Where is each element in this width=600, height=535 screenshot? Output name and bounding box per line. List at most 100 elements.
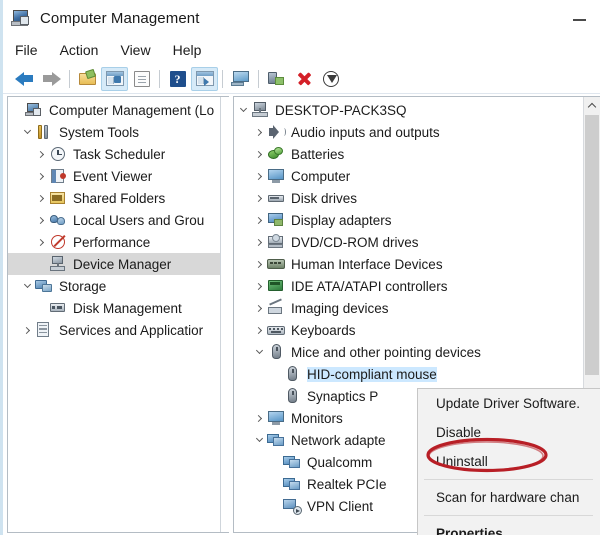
- chevron-right-icon[interactable]: [34, 143, 49, 165]
- hid-icon: [267, 256, 286, 273]
- monitor-icon: [267, 410, 286, 427]
- back-button[interactable]: [11, 67, 38, 91]
- chevron-right-icon[interactable]: [252, 407, 267, 429]
- console-tree-scrollbar[interactable]: [220, 97, 229, 532]
- scrollbar-thumb[interactable]: [585, 115, 599, 375]
- chevron-right-icon[interactable]: [252, 253, 267, 275]
- chevron-right-icon[interactable]: [252, 187, 267, 209]
- toolbar-separator: [222, 69, 223, 88]
- tree-row[interactable]: Storage: [8, 275, 220, 297]
- chevron-right-icon[interactable]: [252, 121, 267, 143]
- chevron-right-icon[interactable]: [34, 187, 49, 209]
- tree-row[interactable]: Task Scheduler: [8, 143, 220, 165]
- tree-row[interactable]: Shared Folders: [8, 187, 220, 209]
- menu-view[interactable]: View: [120, 40, 162, 60]
- show-hide-action-pane-button[interactable]: [191, 66, 218, 91]
- tree-row[interactable]: Mice and other pointing devices: [234, 341, 582, 363]
- chevron-right-icon[interactable]: [252, 143, 267, 165]
- tree-row-label: Imaging devices: [291, 300, 389, 316]
- tree-row[interactable]: HID-compliant mouse: [234, 363, 582, 385]
- chevron-down-icon[interactable]: [252, 429, 267, 451]
- help-button[interactable]: ?: [164, 67, 191, 91]
- tree-row[interactable]: Computer: [234, 165, 582, 187]
- tree-row[interactable]: Disk drives: [234, 187, 582, 209]
- scroll-up-button[interactable]: [584, 97, 600, 114]
- context-menu-item[interactable]: Scan for hardware chan: [418, 483, 600, 512]
- show-hide-console-tree-button[interactable]: [101, 66, 128, 91]
- device-context-menu: Update Driver Software. Disable Uninstall S…: [417, 388, 600, 535]
- back-icon: [15, 71, 34, 86]
- tree-row[interactable]: Device Manager: [8, 253, 220, 275]
- tree-row[interactable]: Keyboards: [234, 319, 582, 341]
- tree-row-label: VPN Client: [307, 498, 374, 514]
- tree-row-label: Mice and other pointing devices: [291, 344, 481, 360]
- tree-row[interactable]: Services and Applicatior: [8, 319, 220, 341]
- imaging-icon: [267, 297, 286, 317]
- chevron-right-icon[interactable]: [34, 231, 49, 253]
- chevron-right-icon[interactable]: [252, 165, 267, 187]
- toolbar-separator: [69, 69, 70, 88]
- computer-management-icon: [11, 8, 31, 28]
- tree-row[interactable]: Local Users and Grou: [8, 209, 220, 231]
- menu-action[interactable]: Action: [60, 40, 111, 60]
- tree-row[interactable]: Display adapters: [234, 209, 582, 231]
- computer-node-icon: [251, 101, 270, 119]
- chevron-right-icon[interactable]: [252, 209, 267, 231]
- disable-device-button[interactable]: [317, 67, 344, 91]
- tree-row[interactable]: Event Viewer: [8, 165, 220, 187]
- chevron-right-icon[interactable]: [252, 297, 267, 319]
- tree-row-label: Computer: [291, 168, 351, 184]
- tree-row[interactable]: System Tools: [8, 121, 220, 143]
- tree-row[interactable]: Batteries: [234, 143, 582, 165]
- tree-row-label: Realtek PCIe: [307, 476, 387, 492]
- tree-row[interactable]: Computer Management (Lo: [8, 99, 220, 121]
- tree-row-label: Audio inputs and outputs: [291, 124, 440, 140]
- chevron-right-icon[interactable]: [252, 231, 267, 253]
- tree-row-label: Services and Applicatior: [59, 322, 204, 338]
- help-icon: ?: [169, 70, 186, 87]
- context-menu-item[interactable]: Disable: [418, 418, 600, 447]
- chevron-down-icon[interactable]: [20, 121, 35, 143]
- tree-row[interactable]: DVD/CD-ROM drives: [234, 231, 582, 253]
- tree-row-label: DESKTOP-PACK3SQ: [275, 102, 407, 118]
- menu-file[interactable]: File: [15, 40, 50, 60]
- tree-row[interactable]: Imaging devices: [234, 297, 582, 319]
- tree-row[interactable]: DESKTOP-PACK3SQ: [234, 99, 582, 121]
- chevron-right-icon[interactable]: [20, 319, 35, 341]
- update-driver-button[interactable]: [263, 67, 290, 91]
- context-menu-separator: [424, 479, 593, 480]
- chevron-down-icon[interactable]: [20, 275, 35, 297]
- forward-icon: [42, 71, 61, 86]
- chevron-right-icon[interactable]: [252, 319, 267, 341]
- monitor-button[interactable]: [227, 67, 254, 91]
- chevron-down-icon[interactable]: [252, 341, 267, 363]
- tree-row[interactable]: IDE ATA/ATAPI controllers: [234, 275, 582, 297]
- context-menu-item[interactable]: Uninstall: [418, 447, 600, 476]
- users-icon: [49, 212, 68, 229]
- properties-button[interactable]: [128, 67, 155, 91]
- tree-row[interactable]: Audio inputs and outputs: [234, 121, 582, 143]
- minimize-button[interactable]: [563, 10, 595, 30]
- chevron-right-icon[interactable]: [34, 165, 49, 187]
- forward-button[interactable]: [38, 67, 65, 91]
- uninstall-device-button[interactable]: [290, 67, 317, 91]
- tree-row[interactable]: Disk Management: [8, 297, 220, 319]
- tree-row[interactable]: Human Interface Devices: [234, 253, 582, 275]
- chevron-placeholder: [268, 385, 283, 407]
- context-menu-item[interactable]: Properties: [418, 519, 600, 535]
- update-driver-icon: [268, 71, 285, 87]
- context-menu-separator: [424, 515, 593, 516]
- tree-row[interactable]: Performance: [8, 231, 220, 253]
- chevron-right-icon[interactable]: [252, 275, 267, 297]
- up-folder-button[interactable]: [74, 67, 101, 91]
- network-icon: [283, 454, 302, 471]
- tree-row-label: Human Interface Devices: [291, 256, 443, 272]
- chevron-down-icon[interactable]: [236, 99, 251, 121]
- context-menu-item[interactable]: Update Driver Software.: [418, 389, 600, 418]
- keyboard-icon: [267, 322, 286, 339]
- menu-help[interactable]: Help: [173, 40, 214, 60]
- computer-management-icon: [25, 102, 44, 119]
- mouse-icon: [283, 387, 302, 405]
- chevron-right-icon[interactable]: [34, 209, 49, 231]
- menu-bar: File Action View Help: [3, 36, 600, 64]
